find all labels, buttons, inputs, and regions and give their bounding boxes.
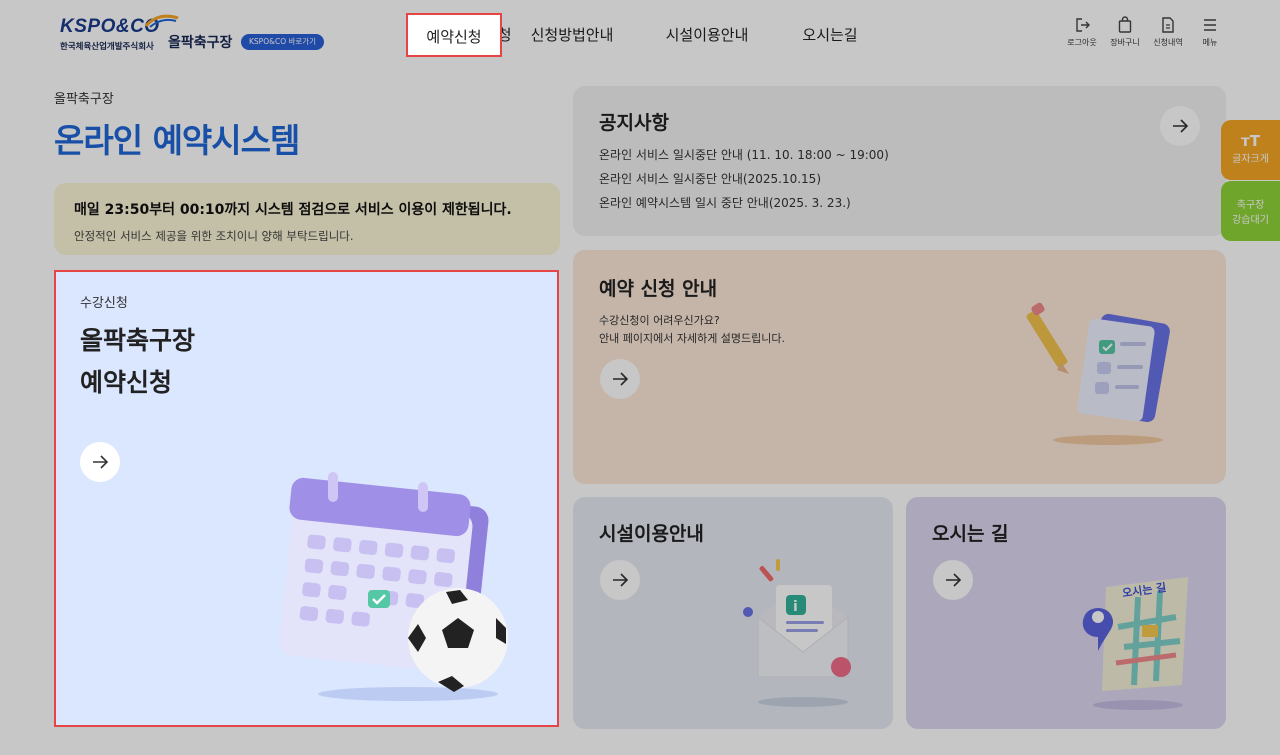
notice-item[interactable]: 온라인 서비스 일시중단 안내(2025.10.15) [599,170,821,187]
guide-card-title: 예약 신청 안내 [599,278,718,300]
history-label: 신청내역 [1153,38,1183,47]
arrow-right-icon [613,372,629,386]
reservation-guide-card[interactable]: 예약 신청 안내 수강신청이 어려우신가요? 안내 페이지에서 자세하게 설명드… [573,250,1226,484]
lesson-waitlist-button[interactable]: 축구장 강습대기 [1221,181,1280,241]
reservation-apply-card[interactable]: 수강신청 올팍축구장 예약신청 [54,270,559,727]
notice-card-title: 공지사항 [599,112,669,134]
logout-icon [1076,18,1090,32]
notice-arrow-button[interactable] [1160,106,1200,146]
shopping-bag-icon [1118,16,1132,33]
apply-arrow-button[interactable] [80,442,120,482]
breadcrumb: 올팍축구장 [54,92,114,107]
arrow-right-icon [93,455,109,469]
maintenance-notice-subtext: 안정적인 서비스 제공을 위한 조치이니 양해 부탁드립니다. [74,229,354,243]
facility-arrow-button[interactable] [600,560,640,600]
font-size-button[interactable]: ᴛT 글자크게 [1221,120,1280,180]
waitlist-label-line2: 강습대기 [1232,215,1269,226]
nav-directions[interactable]: 오시는길 [790,13,870,57]
waitlist-label-line1: 축구장 [1236,200,1265,211]
clipboard-pencil-illustration [1026,302,1170,445]
menu-button[interactable]: 메뉴 [1190,16,1230,48]
nav-how-to-apply[interactable]: 신청방법안내 [520,13,624,57]
facility-card-title: 시설이용안내 [599,523,704,545]
arrow-right-icon [946,573,962,587]
maintenance-notice: 매일 23:50부터 00:10까지 시스템 점검으로 서비스 이용이 제한됩니… [54,183,560,255]
header: KSPO&CO 한국체육산업개발주식회사 올팍축구장 KSPO&CO 바로가기 … [0,0,1280,70]
apply-card-title: 올팍축구장 예약신청 [80,320,195,404]
font-size-icon: ᴛT [1241,132,1260,150]
apply-card-title-line2: 예약신청 [80,368,173,397]
page-title: 온라인 예약시스템 [54,121,300,160]
notice-item[interactable]: 온라인 예약시스템 일시 중단 안내(2025. 3. 23.) [599,194,851,211]
history-button[interactable]: 신청내역 [1148,16,1188,48]
document-icon [1162,17,1174,33]
directions-card-title: 오시는 길 [932,523,1009,545]
facility-guide-card[interactable]: 시설이용안내 i [573,497,893,729]
cart-label: 장바구니 [1110,38,1140,47]
logout-label: 로그아웃 [1067,38,1097,47]
swoosh-icon [144,14,179,28]
arrow-right-icon [1173,119,1189,133]
info-envelope-illustration: i [743,559,851,707]
svg-text:i: i [793,599,798,615]
guide-arrow-button[interactable] [600,359,640,399]
kspo-logo[interactable]: KSPO&CO 한국체육산업개발주식회사 올팍축구장 KSPO&CO 바로가기 [58,14,328,56]
directions-arrow-button[interactable] [933,560,973,600]
logout-button[interactable]: 로그아웃 [1062,16,1102,48]
nav-facility-guide[interactable]: 시설이용안내 [655,13,759,57]
hamburger-menu-icon [1204,19,1216,31]
nav-reservation-highlighted[interactable]: 예약신청 [406,13,502,57]
menu-label: 메뉴 [1202,38,1218,47]
org-name: 한국체육산업개발주식회사 [60,42,154,52]
apply-card-kicker: 수강신청 [80,296,128,311]
apply-card-title-line1: 올팍축구장 [80,326,196,355]
directions-card[interactable]: 오시는 길 오시는 길 [906,497,1226,729]
guide-card-line2: 안내 페이지에서 자세하게 설명드립니다. [599,332,786,345]
kspo-shortcut-button[interactable]: KSPO&CO 바로가기 [241,34,325,50]
guide-card-line1: 수강신청이 어려우신가요? [599,314,720,327]
font-size-label: 글자크게 [1232,154,1269,165]
venue-name: 올팍축구장 [168,35,233,51]
notice-card[interactable]: 공지사항 온라인 서비스 일시중단 안내 (11. 10. 18:00 ~ 19… [573,86,1226,236]
cart-button[interactable]: 장바구니 [1105,16,1145,48]
notice-item[interactable]: 온라인 서비스 일시중단 안내 (11. 10. 18:00 ~ 19:00) [599,146,889,163]
arrow-right-icon [613,573,629,587]
maintenance-notice-text: 매일 23:50부터 00:10까지 시스템 점검으로 서비스 이용이 제한됩니… [74,202,512,218]
calendar-soccer-ball-illustration [279,472,508,701]
